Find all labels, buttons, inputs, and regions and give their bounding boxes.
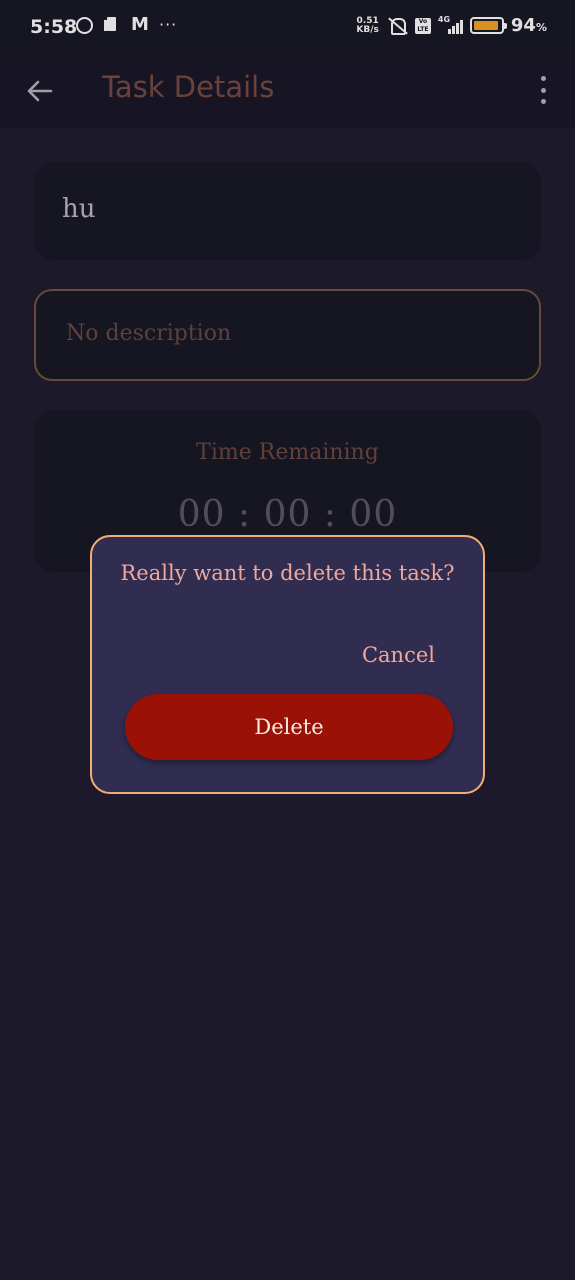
delete-confirm-dialog: Really want to delete this task? Cancel …: [90, 535, 485, 794]
dialog-message: Really want to delete this task?: [120, 561, 455, 585]
cancel-button[interactable]: Cancel: [362, 643, 435, 667]
delete-button[interactable]: Delete: [125, 694, 453, 760]
